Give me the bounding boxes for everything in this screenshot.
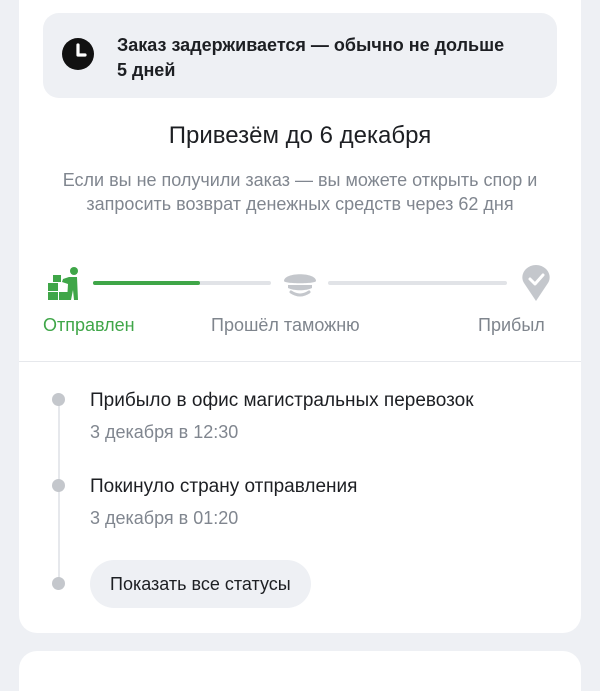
delivery-progress: Отправлен Прошёл таможню Прибыл — [19, 260, 581, 340]
timeline-dot — [52, 479, 65, 492]
location-check-icon — [522, 265, 550, 301]
timeline-dot — [52, 577, 65, 590]
event-title: Покинуло страну отправления — [90, 476, 358, 497]
event-time: 3 декабря в 01:20 — [90, 508, 239, 528]
show-all-statuses-button[interactable]: Показать все статусы — [90, 560, 311, 608]
sent-worker-boxes-icon — [48, 267, 78, 300]
section-divider — [19, 361, 581, 362]
clock-icon — [62, 38, 94, 70]
step-label-arrived: Прибыл — [478, 315, 545, 335]
progress-track-2 — [328, 281, 507, 285]
timeline-dot — [52, 393, 65, 406]
delay-banner-text: Заказ задерживается — обычно не дольше 5… — [117, 35, 505, 80]
refund-dispute-note: Если вы не получили заказ — вы можете от… — [62, 170, 538, 214]
event-time: 3 декабря в 12:30 — [90, 422, 239, 442]
next-card — [19, 651, 581, 691]
step-label-sent: Отправлен — [43, 315, 135, 335]
delivery-date-title: Привезём до 6 декабря — [168, 122, 432, 149]
event-title: Прибыло в офис магистральных перевозок — [90, 390, 474, 411]
progress-track-1-fill — [93, 281, 200, 285]
customs-cap-icon — [284, 274, 316, 297]
order-status-card: Заказ задерживается — обычно не дольше 5… — [19, 0, 581, 633]
step-label-customs: Прошёл таможню — [211, 315, 360, 335]
